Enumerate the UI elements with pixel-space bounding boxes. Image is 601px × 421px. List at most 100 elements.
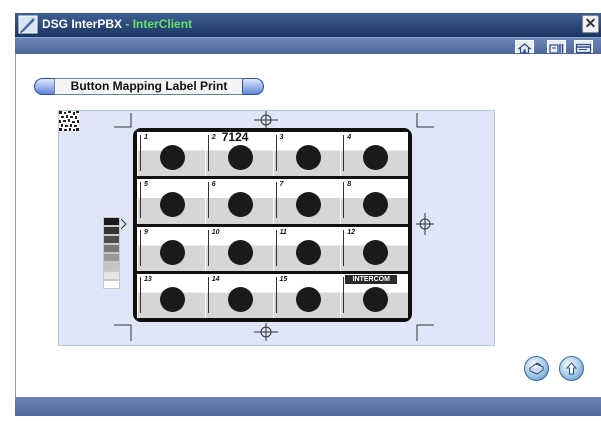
print-button[interactable] [524, 356, 549, 381]
gray-scale-swatch [103, 217, 120, 226]
corner-mark-top-left [114, 113, 132, 128]
cell-divider [275, 229, 277, 266]
up-arrow-icon [565, 362, 578, 375]
cell-divider [343, 135, 345, 171]
phone-button-circle [295, 145, 321, 170]
label-cell: 9 [137, 226, 205, 271]
home-icon [517, 43, 532, 54]
section-header: Button Mapping Label Print [34, 78, 264, 95]
cell-number: 15 [279, 275, 288, 283]
cell-divider [140, 229, 141, 266]
label-cell: 14 [204, 273, 273, 318]
phone-button-circle [160, 239, 185, 265]
label-cell: 2 7124 [204, 130, 273, 177]
cell-divider [275, 135, 277, 171]
cell-number: 7 [279, 181, 284, 189]
cell-number: 6 [211, 181, 216, 189]
phone-button-circle [295, 239, 321, 265]
label-cell: 3 [272, 132, 341, 177]
phone-button-circle [363, 145, 389, 170]
window-title: DSG InterPBX - InterClient [42, 17, 192, 31]
gray-scale-swatch [103, 271, 120, 280]
cell-number: 10 [211, 228, 220, 236]
button-label-sheet: 1 2 7124 3 4 5 6 7 8 9 10 11 12 13 14 15 INTERCOM [133, 128, 412, 322]
phone-button-circle [227, 239, 253, 265]
cell-divider [140, 135, 141, 171]
corner-mark-top-right [416, 113, 434, 128]
phone-button-circle [363, 239, 389, 265]
window-title-sub: InterClient [132, 17, 193, 31]
label-cell: 7 [272, 179, 341, 224]
cell-divider [275, 276, 277, 313]
status-bar [15, 397, 601, 416]
cell-number: 4 [347, 134, 352, 141]
cell-divider [207, 229, 209, 266]
phone-button-circle [160, 145, 185, 170]
phone-button-circle [363, 192, 389, 218]
phone-button-circle [295, 286, 321, 312]
window-title-separator: - [122, 17, 133, 31]
print-icon [528, 362, 545, 375]
calendar-button[interactable] [547, 40, 566, 54]
cell-tag: INTERCOM [345, 274, 398, 284]
label-cell: 11 [272, 226, 341, 271]
cell-divider [275, 182, 277, 219]
cell-divider [343, 182, 345, 219]
crosshair-right [416, 213, 434, 235]
label-cell: 5 [137, 179, 205, 224]
phone-button-circle [160, 286, 185, 312]
gray-scale-swatch [103, 253, 120, 262]
gray-scale-swatch [103, 244, 120, 253]
close-button[interactable]: ✕ [582, 15, 599, 33]
gray-scale-swatch [103, 280, 120, 289]
phone-button-circle [227, 145, 253, 170]
qr-code-icon [59, 111, 79, 131]
app-logo-icon [18, 15, 38, 34]
cell-number: 12 [347, 228, 356, 236]
title-bar: DSG InterPBX - InterClient ✕ [15, 13, 601, 37]
left-arrow-mark [120, 218, 127, 230]
cell-number: 9 [144, 228, 148, 236]
toolbar [15, 37, 601, 54]
label-cell: 15 [272, 273, 341, 318]
cell-divider [343, 229, 345, 266]
phone-button-circle [227, 192, 253, 218]
window-icon [575, 43, 592, 54]
label-cell: 8 [340, 179, 408, 224]
cell-divider [140, 276, 141, 313]
close-icon: ✕ [584, 15, 597, 31]
phone-button-circle [295, 192, 321, 218]
phone-button-circle [363, 286, 389, 312]
home-button[interactable] [515, 40, 534, 54]
section-title: Button Mapping Label Print [54, 78, 244, 95]
phone-button-circle [160, 192, 185, 218]
label-cell: INTERCOM [340, 273, 408, 318]
up-button[interactable] [559, 356, 584, 381]
label-cell: 6 [204, 179, 273, 224]
corner-mark-bottom-right [416, 324, 434, 341]
calendar-icon [549, 44, 564, 54]
cell-divider [140, 182, 141, 219]
cell-number: 11 [279, 228, 287, 236]
label-cell: 4 [340, 132, 408, 177]
label-cell: 10 [204, 226, 273, 271]
cell-divider [207, 135, 209, 171]
cell-number: 1 [144, 134, 148, 141]
cell-divider [207, 276, 209, 313]
section-header-left-cap [34, 78, 56, 95]
cell-number: 8 [347, 181, 352, 189]
button-grid: 1 2 7124 3 4 5 6 7 8 9 10 11 12 13 14 15 INTERCOM [137, 130, 408, 318]
corner-mark-bottom-left [114, 324, 132, 341]
gray-scale-swatch [103, 235, 120, 244]
cell-number: 2 [211, 134, 216, 141]
gray-scale-bar [103, 217, 120, 289]
gray-scale-swatch [103, 226, 120, 235]
cell-number: 13 [144, 275, 152, 283]
section-header-right-cap [242, 78, 264, 95]
window-button[interactable] [574, 40, 593, 54]
label-cell: 1 [137, 132, 205, 177]
window-title-main: DSG InterPBX [42, 17, 123, 31]
cell-extension: 7124 [221, 130, 249, 144]
label-cell: 13 [137, 273, 205, 318]
cell-number: 3 [279, 134, 284, 141]
